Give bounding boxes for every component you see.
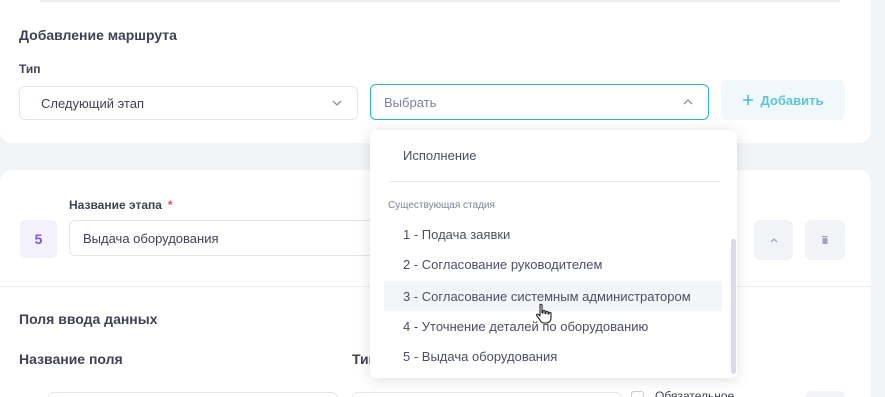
- field-name-input[interactable]: [48, 392, 338, 397]
- chevron-up-icon: [683, 99, 693, 105]
- delete-stage-button[interactable]: [805, 220, 845, 260]
- type-select-value: Следующий этап: [41, 95, 145, 111]
- stage-number-badge: 5: [20, 220, 57, 258]
- add-route-button[interactable]: Добавить: [721, 80, 845, 120]
- type-select[interactable]: Следующий этап: [19, 86, 358, 120]
- dropdown-option[interactable]: 5 - Выдача оборудования: [384, 341, 722, 371]
- column-header-type: Тип: [352, 351, 372, 367]
- chevron-down-icon: [332, 100, 342, 106]
- move-up-button[interactable]: [754, 220, 793, 260]
- stage-name-label: Название этапа *: [69, 198, 173, 212]
- field-type-select[interactable]: [352, 392, 622, 397]
- field-row-button[interactable]: [805, 391, 845, 397]
- type-label: Тип: [19, 62, 41, 76]
- dropdown-option-execution[interactable]: Исполнение: [384, 140, 722, 170]
- route-card: [0, 0, 871, 143]
- required-checkbox-label: Обязательное: [655, 389, 735, 397]
- trash-icon: [822, 236, 828, 244]
- stage-name-input[interactable]: Выдача оборудования: [69, 220, 389, 256]
- stage-name-value: Выдача оборудования: [83, 230, 219, 246]
- route-section-title: Добавление маршрута: [19, 27, 177, 43]
- top-input-edge: [40, 0, 840, 2]
- column-header-field-name: Название поля: [19, 351, 123, 367]
- dropdown-option[interactable]: 2 - Согласование руководителем: [384, 249, 722, 279]
- add-route-label: Добавить: [760, 92, 824, 108]
- dropdown-option[interactable]: 1 - Подача заявки: [384, 219, 722, 249]
- stage-name-label-text: Название этапа: [69, 198, 162, 212]
- choose-select-placeholder: Выбрать: [384, 94, 437, 110]
- dropdown-option[interactable]: 4 - Уточнение деталей по оборудованию: [384, 311, 722, 341]
- plus-icon: [742, 95, 753, 105]
- hand-pointer-cursor-icon: [536, 303, 552, 324]
- required-mark: *: [167, 198, 173, 212]
- choose-dropdown-menu: Исполнение Существующая стадия 1 - Подач…: [370, 130, 737, 378]
- chevron-up-icon: [770, 238, 777, 243]
- dropdown-option-hovered[interactable]: 3 - Согласование системным администратор…: [384, 281, 722, 311]
- dropdown-scrollbar[interactable]: [731, 239, 736, 374]
- required-checkbox[interactable]: [631, 391, 644, 397]
- dropdown-group-label: Существующая стадия: [388, 200, 495, 211]
- fields-section-title: Поля ввода данных: [19, 311, 158, 327]
- choose-select[interactable]: Выбрать: [370, 84, 709, 120]
- dropdown-separator: [389, 181, 720, 182]
